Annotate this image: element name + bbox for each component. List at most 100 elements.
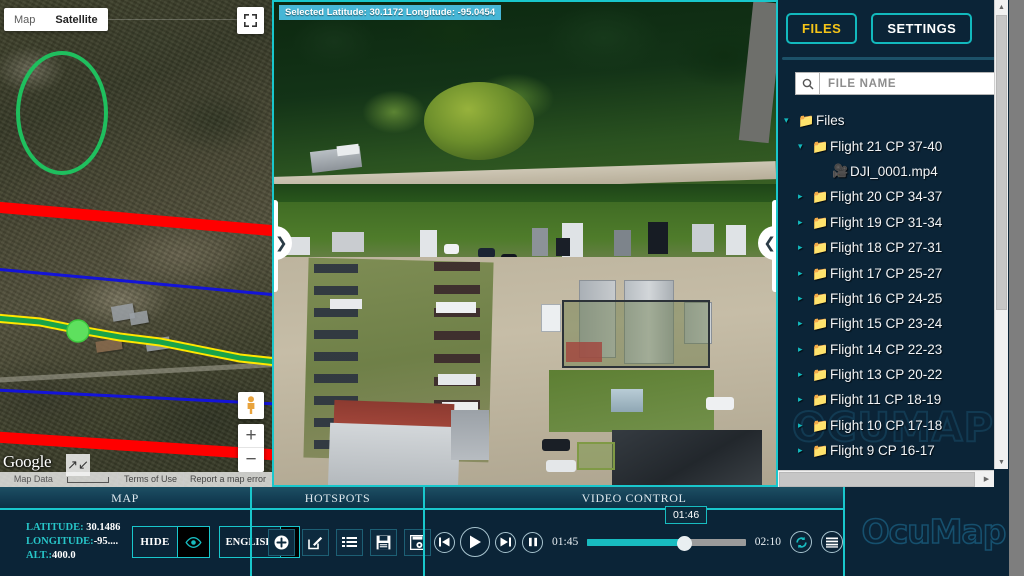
map-zoom-controls[interactable]: + − [238, 424, 264, 472]
video-left-resize-handle[interactable]: ❮❯ [274, 2, 292, 485]
map-type-control[interactable]: Map Satellite [4, 8, 108, 31]
tree-item-flight-17[interactable]: ▸ 📁 Flight 17 CP 25-27 [778, 260, 994, 285]
zoom-in-button[interactable]: + [238, 424, 264, 448]
tree-item-flight-8[interactable]: ▸ 📁 Flight 8 CP 15-16 [778, 463, 994, 470]
drag-left-right-icon[interactable]: ❮❯ [274, 226, 292, 260]
tree-item-flight-16[interactable]: ▸ 📁 Flight 16 CP 24-25 [778, 286, 994, 311]
seek-progress-fill [587, 539, 684, 546]
play-glyph [470, 535, 481, 549]
search-input[interactable] [819, 72, 998, 95]
chevron-right-icon[interactable]: ▸ [798, 191, 812, 202]
video-large-bush [424, 82, 534, 160]
files-horizontal-scrollbar[interactable]: ▶ [778, 470, 994, 487]
tree-item-files-root[interactable]: ▾ 📁 Files [778, 108, 994, 133]
map-type-map[interactable]: Map [4, 8, 45, 31]
map-panel[interactable]: Map Satellite + − Google ↗↙ Map Data Ter… [0, 0, 272, 487]
save-hotspots-button[interactable] [370, 528, 397, 556]
scroll-thumb-horizontal[interactable] [779, 472, 975, 487]
bottom-control-bar: MAP LATITUDE: 30.1486 LONGITUDE:-95.... … [0, 487, 1024, 576]
tab-settings[interactable]: SETTINGS [871, 13, 973, 44]
playlist-icon[interactable] [821, 531, 843, 553]
zoom-out-button[interactable]: − [238, 448, 264, 472]
hotspots-section-title: HOTSPOTS [252, 487, 423, 510]
plus-circle-icon [274, 535, 289, 549]
video-seek-bar[interactable]: 01:46 [587, 506, 746, 557]
next-glyph [500, 537, 511, 547]
edit-hotspot-button[interactable] [302, 528, 329, 556]
chevron-down-icon[interactable]: ▾ [798, 141, 812, 152]
tree-item-label: DJI_0001.mp4 [850, 163, 938, 179]
search-icon[interactable] [795, 72, 819, 95]
scroll-thumb-vertical[interactable] [996, 15, 1007, 310]
chevron-right-icon[interactable]: ▸ [798, 369, 812, 380]
drone-video-frame [274, 2, 776, 485]
video-right-resize-handle[interactable]: ❮❯ [758, 2, 776, 485]
add-hotspot-button[interactable] [268, 528, 295, 556]
scroll-up-arrow[interactable]: ▲ [995, 0, 1008, 14]
seek-thumb[interactable] [676, 535, 692, 551]
video-control-section: VIDEO CONTROL 01:45 01:46 02:10 [423, 487, 843, 576]
chevron-right-icon[interactable]: ▸ [798, 242, 812, 253]
terms-of-use-link[interactable]: Terms of Use [116, 472, 183, 487]
scroll-down-arrow[interactable]: ▼ [995, 455, 1008, 469]
play-icon[interactable] [460, 527, 490, 557]
loop-refresh-icon[interactable] [790, 531, 812, 553]
window-bottom-right-gutter [1009, 487, 1024, 576]
video-parked-cars-white [436, 302, 476, 313]
folder-icon: 📁 [812, 214, 829, 230]
chevron-right-icon[interactable]: ▸ [798, 217, 812, 228]
map-type-satellite[interactable]: Satellite [45, 8, 107, 31]
video-rv [420, 230, 437, 260]
folder-icon: 📁 [812, 265, 829, 281]
tab-files[interactable]: FILES [786, 13, 858, 44]
video-file-icon: 🎥 [832, 163, 849, 179]
skip-previous-icon[interactable] [434, 531, 455, 553]
video-player-panel[interactable]: Selected Latitude: 30.1172 Longitude: -9… [272, 0, 778, 487]
tree-item-flight-14[interactable]: ▸ 📁 Flight 14 CP 22-23 [778, 337, 994, 362]
video-rv [692, 224, 714, 252]
file-tree[interactable]: ▾ 📁 Files ▾ 📁 Flight 21 CP 37-40 🎥 DJI_0… [778, 108, 994, 469]
tree-item-flight-13[interactable]: ▸ 📁 Flight 13 CP 20-22 [778, 362, 994, 387]
eye-icon[interactable] [176, 527, 209, 557]
files-vertical-scrollbar[interactable]: ▲ ▼ [994, 0, 1008, 469]
drag-left-right-icon[interactable]: ❮❯ [758, 226, 776, 260]
map-horizon-line [98, 19, 258, 20]
selected-coordinates-badge: Selected Latitude: 30.1172 Longitude: -9… [279, 5, 502, 20]
chevron-right-icon[interactable]: ▸ [798, 268, 812, 279]
tree-item-flight-10[interactable]: ▸ 📁 Flight 10 CP 17-18 [778, 413, 994, 438]
tree-item-label: Flight 21 CP 37-40 [830, 138, 943, 154]
folder-icon: 📁 [812, 316, 829, 332]
scroll-right-arrow[interactable]: ▶ [979, 471, 994, 487]
tree-item-flight-20[interactable]: ▸ 📁 Flight 20 CP 34-37 [778, 184, 994, 209]
chevron-right-icon[interactable]: ▸ [798, 344, 812, 355]
tree-item-video-file[interactable]: 🎥 DJI_0001.mp4 [778, 159, 994, 184]
tree-item-flight-11[interactable]: ▸ 📁 Flight 11 CP 18-19 [778, 387, 994, 412]
latitude-value: 30.1486 [86, 522, 121, 533]
chevron-right-icon[interactable]: ▸ [798, 394, 812, 405]
tree-item-flight-21[interactable]: ▾ 📁 Flight 21 CP 37-40 [778, 133, 994, 158]
video-rv [332, 232, 364, 252]
folder-icon: 📁 [812, 341, 829, 357]
video-rv [614, 230, 631, 256]
map-overlay-vectors [0, 51, 272, 461]
map-scale-bar [66, 476, 109, 483]
street-view-pegman-icon[interactable] [238, 392, 264, 419]
chevron-down-icon[interactable]: ▾ [784, 115, 798, 126]
video-section-body: 01:45 01:46 02:10 [425, 506, 843, 574]
fullscreen-icon[interactable] [237, 7, 264, 34]
tree-item-flight-9[interactable]: ▸ 📁 Flight 9 CP 16-17 [778, 438, 994, 463]
tree-item-flight-18[interactable]: ▸ 📁 Flight 18 CP 27-31 [778, 235, 994, 260]
altitude-row: ALT.:400.0 [26, 549, 120, 563]
pause-icon[interactable] [522, 531, 543, 553]
tree-item-flight-19[interactable]: ▸ 📁 Flight 19 CP 31-34 [778, 210, 994, 235]
hide-overlay-toggle[interactable]: HIDE [132, 526, 210, 558]
chevron-right-icon[interactable]: ▸ [798, 318, 812, 329]
tree-item-flight-15[interactable]: ▸ 📁 Flight 15 CP 23-24 [778, 311, 994, 336]
chevron-right-icon[interactable]: ▸ [798, 445, 812, 456]
list-hotspots-button[interactable] [336, 528, 363, 556]
report-map-error-link[interactable]: Report a map error [182, 472, 272, 487]
video-grey-roof-wing [451, 410, 489, 460]
skip-next-icon[interactable] [495, 531, 516, 553]
chevron-right-icon[interactable]: ▸ [798, 293, 812, 304]
chevron-right-icon[interactable]: ▸ [798, 420, 812, 431]
